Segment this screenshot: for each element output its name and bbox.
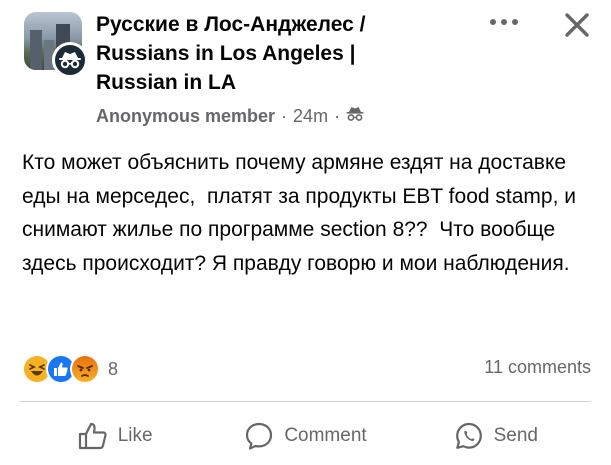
- angry-reaction-icon: [70, 354, 100, 384]
- meta-separator: ·: [281, 106, 288, 126]
- post-meta: Anonymous member · 24m ·: [96, 106, 364, 127]
- post-text: Кто может объяснить почему армяне ездят …: [22, 151, 582, 275]
- send-button[interactable]: Send: [401, 412, 591, 460]
- action-bar: Like Comment Send: [20, 412, 591, 460]
- group-name-link[interactable]: Русские в Лос-Анджелес / Russians in Los…: [96, 10, 436, 97]
- like-label: Like: [117, 425, 153, 446]
- comments-count[interactable]: 11 comments: [484, 357, 591, 378]
- comment-icon: [246, 422, 273, 450]
- post-time[interactable]: 24m: [293, 106, 328, 127]
- close-button[interactable]: [560, 8, 594, 42]
- more-dots-icon: [490, 19, 518, 25]
- whatsapp-send-icon: [455, 422, 482, 449]
- comment-label: Comment: [284, 425, 367, 446]
- like-icon: [78, 422, 107, 450]
- reaction-count[interactable]: 8: [108, 359, 118, 380]
- author-name[interactable]: Anonymous member: [96, 106, 275, 127]
- send-label: Send: [493, 425, 538, 446]
- close-icon: [565, 13, 589, 37]
- comment-button[interactable]: Comment: [210, 412, 400, 460]
- more-options-button[interactable]: [484, 10, 524, 34]
- meta-separator: ·: [334, 106, 341, 126]
- group-avatar[interactable]: [24, 12, 88, 78]
- like-button[interactable]: Like: [20, 412, 210, 460]
- anonymous-icon: [346, 106, 364, 127]
- anonymous-avatar-icon: [52, 42, 88, 78]
- divider: [20, 401, 591, 402]
- reactions-summary[interactable]: 8: [22, 354, 118, 384]
